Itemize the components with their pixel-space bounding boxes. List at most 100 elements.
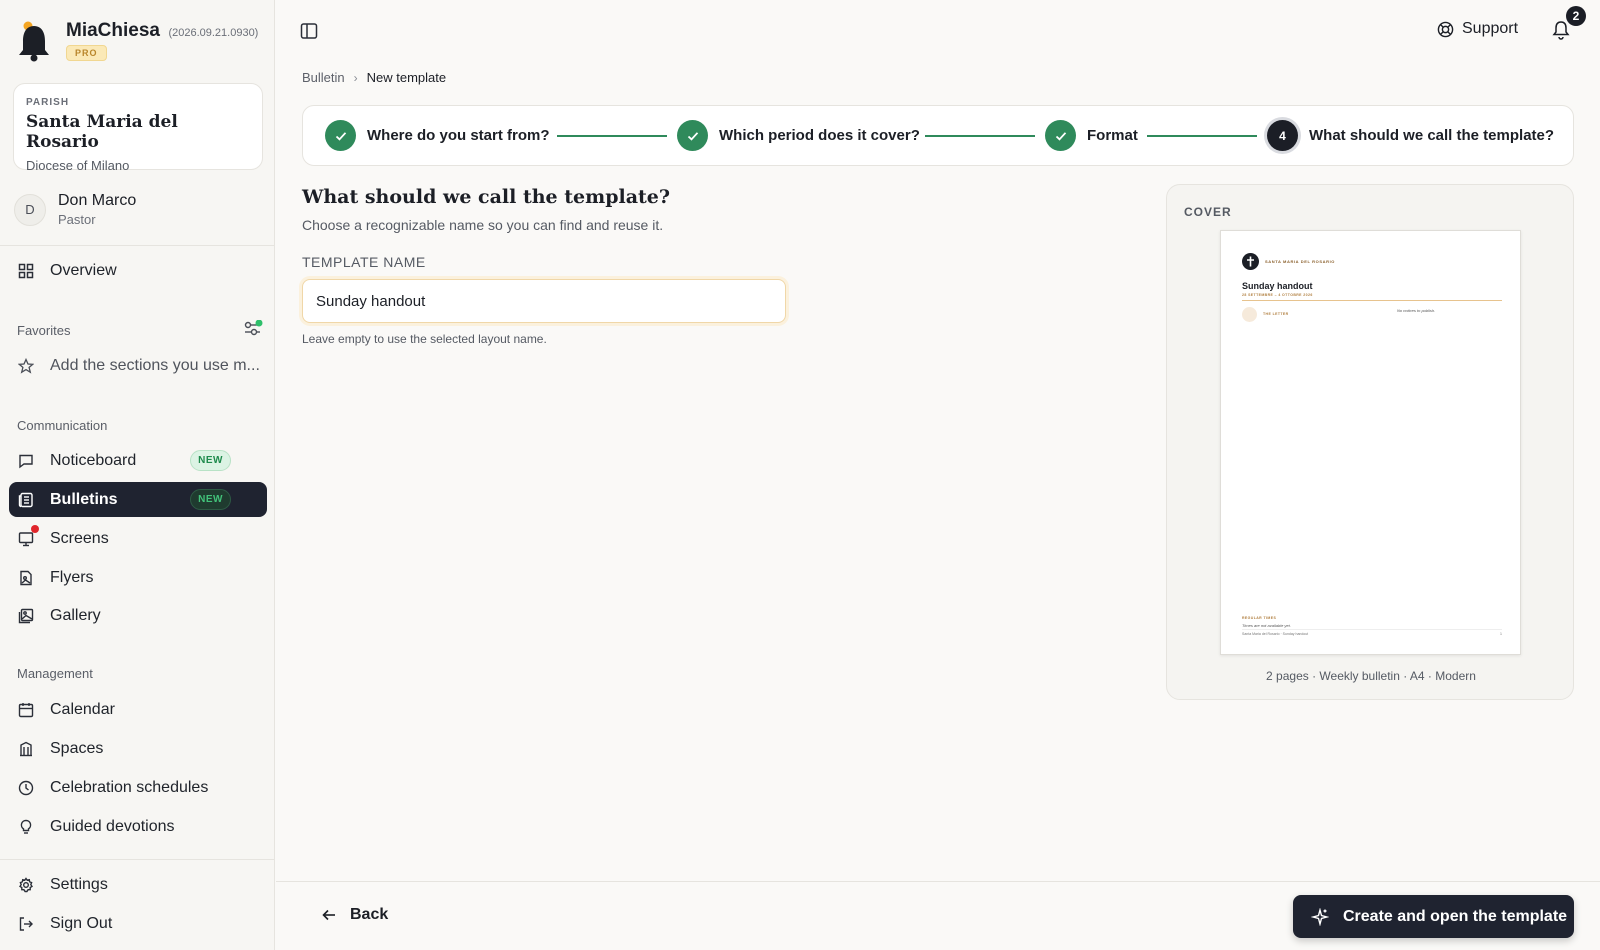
message-square-icon <box>19 454 33 468</box>
support-label: Support <box>1462 20 1519 37</box>
sidebar-item-label: Screens <box>50 529 109 547</box>
sidebar-item-sign-out[interactable]: Sign Out <box>9 906 267 941</box>
sidebar-item-label: Gallery <box>50 606 101 624</box>
step-number: 4 <box>1267 120 1298 151</box>
back-button[interactable]: Back <box>322 906 388 924</box>
sidebar-item-label: Guided devotions <box>50 817 175 835</box>
step-2[interactable]: Which period does it cover? <box>677 120 920 151</box>
page-dates: 28 SETTEMBRE – 4 OTTOBRE 2026 <box>1242 293 1313 297</box>
images-icon <box>18 608 34 623</box>
lifebuoy-icon <box>1437 21 1454 37</box>
manage-favorites-icon[interactable] <box>243 320 263 338</box>
back-label: Back <box>350 906 389 923</box>
star-icon <box>18 357 34 374</box>
cover-preview-panel: COVER SANTA MARIA DEL ROSARIO Sunday han… <box>1166 184 1574 700</box>
template-name-input[interactable] <box>302 279 786 323</box>
calendar-icon <box>18 702 34 717</box>
sidebar-item-label: Calendar <box>50 700 115 718</box>
form-subtitle: Choose a recognizable name so you can fi… <box>302 217 664 233</box>
bell-logo-icon <box>19 21 49 62</box>
file-image-icon <box>20 570 32 585</box>
page-letter-avatar <box>1242 307 1257 322</box>
favorites-hint-label: Add the sections you use m... <box>50 356 260 374</box>
page-times-text: Times are not available yet. <box>1242 623 1291 628</box>
building-icon <box>20 741 32 756</box>
avatar: D <box>14 193 46 226</box>
parish-card[interactable]: PARISH Santa Maria del Rosario Diocese o… <box>13 83 263 173</box>
sidebar-item-overview[interactable]: Overview <box>9 253 267 288</box>
breadcrumb-parent[interactable]: Bulletin <box>302 70 345 85</box>
step-connector <box>557 135 667 137</box>
brand[interactable]: MiaChiesa (2026.09.21.0930) PRO <box>16 20 258 62</box>
create-label: Create and open the template <box>1343 907 1568 925</box>
page-footer: Santa Maria del Rosario · Sunday handout <box>1242 632 1309 636</box>
grid-icon <box>18 263 34 278</box>
sidebar-item-celebration-schedules[interactable]: Celebration schedules <box>9 770 267 805</box>
page-title: Sunday handout <box>1242 281 1313 291</box>
favorites-empty-hint: Add the sections you use m... <box>9 348 267 383</box>
preview-caption: 2 pages · Weekly bulletin · A4 · Modern <box>1266 669 1476 683</box>
monitor-icon <box>18 531 34 546</box>
sidebar-toggle-icon[interactable] <box>300 22 318 40</box>
sidebar-item-bulletins[interactable]: Bulletins NEW <box>9 482 267 517</box>
sidebar-item-label: Celebration schedules <box>50 778 209 796</box>
sidebar-item-guided-devotions[interactable]: Guided devotions <box>9 809 267 844</box>
form-title: What should we call the template? <box>302 186 671 208</box>
step-3[interactable]: Format <box>1045 120 1138 151</box>
chevron-right-icon: › <box>353 70 358 85</box>
sidebar-item-label: Overview <box>50 261 117 279</box>
divider <box>0 245 275 246</box>
check-icon <box>1045 120 1076 151</box>
notification-count-badge: 2 <box>1566 6 1586 26</box>
step-label: What should we call the template? <box>1309 127 1555 144</box>
step-1[interactable]: Where do you start from? <box>325 120 550 151</box>
section-title-favorites: Favorites <box>17 323 71 338</box>
sidebar-item-label: Noticeboard <box>50 451 137 469</box>
create-template-button[interactable]: Create and open the template <box>1293 895 1574 938</box>
app-version: (2026.09.21.0930) <box>168 27 259 39</box>
breadcrumb-current: New template <box>366 70 447 85</box>
sidebar-item-spaces[interactable]: Spaces <box>9 731 267 766</box>
section-title-communication: Communication <box>17 418 108 433</box>
notification-dot <box>31 525 39 533</box>
sidebar-item-noticeboard[interactable]: Noticeboard NEW <box>9 443 267 478</box>
sparkles-icon <box>1311 907 1329 926</box>
step-4[interactable]: 4 What should we call the template? <box>1267 120 1554 151</box>
page-notices: No notices to publish. <box>1397 308 1436 313</box>
step-label: Where do you start from? <box>367 127 550 144</box>
step-label: Format <box>1087 127 1138 144</box>
parish-name: Santa Maria del Rosario <box>26 112 178 152</box>
app-name: MiaChiesa <box>66 20 160 41</box>
sidebar-item-settings[interactable]: Settings <box>9 867 267 902</box>
step-label: Which period does it cover? <box>719 127 920 144</box>
sidebar-item-flyers[interactable]: Flyers <box>9 560 267 595</box>
check-icon <box>677 120 708 151</box>
clock-icon <box>18 780 34 795</box>
cover-page-thumbnail: SANTA MARIA DEL ROSARIO Sunday handout 2… <box>1220 230 1521 655</box>
divider <box>0 859 275 860</box>
cross-icon <box>1242 253 1259 270</box>
stepper: Where do you start from? Which period do… <box>302 105 1574 166</box>
user-role: Pastor <box>58 212 96 227</box>
log-out-icon <box>19 916 33 931</box>
parish-label: PARISH <box>26 97 70 108</box>
sidebar-item-label: Settings <box>50 875 108 893</box>
user-name: Don Marco <box>58 192 137 209</box>
sidebar-item-gallery[interactable]: Gallery <box>9 598 267 633</box>
parish-diocese: Diocese of Milano <box>26 158 130 173</box>
page-parish-name: SANTA MARIA DEL ROSARIO <box>1265 259 1336 264</box>
check-icon <box>325 120 356 151</box>
arrow-left-icon <box>322 909 335 921</box>
bell-icon[interactable] <box>1552 20 1570 40</box>
user-profile[interactable]: D Don Marco Pastor <box>14 192 136 227</box>
sidebar-item-label: Flyers <box>50 568 94 586</box>
sidebar: MiaChiesa (2026.09.21.0930) PRO PARISH S… <box>0 0 275 950</box>
support-button[interactable]: Support <box>1437 20 1518 38</box>
step-connector <box>1147 135 1257 137</box>
lightbulb-icon <box>20 819 32 834</box>
sidebar-item-label: Sign Out <box>50 914 113 932</box>
sidebar-item-screens[interactable]: Screens <box>9 521 267 556</box>
sidebar-item-calendar[interactable]: Calendar <box>9 692 267 727</box>
preview-label: COVER <box>1184 205 1232 219</box>
sidebar-item-label: Bulletins <box>50 490 118 508</box>
